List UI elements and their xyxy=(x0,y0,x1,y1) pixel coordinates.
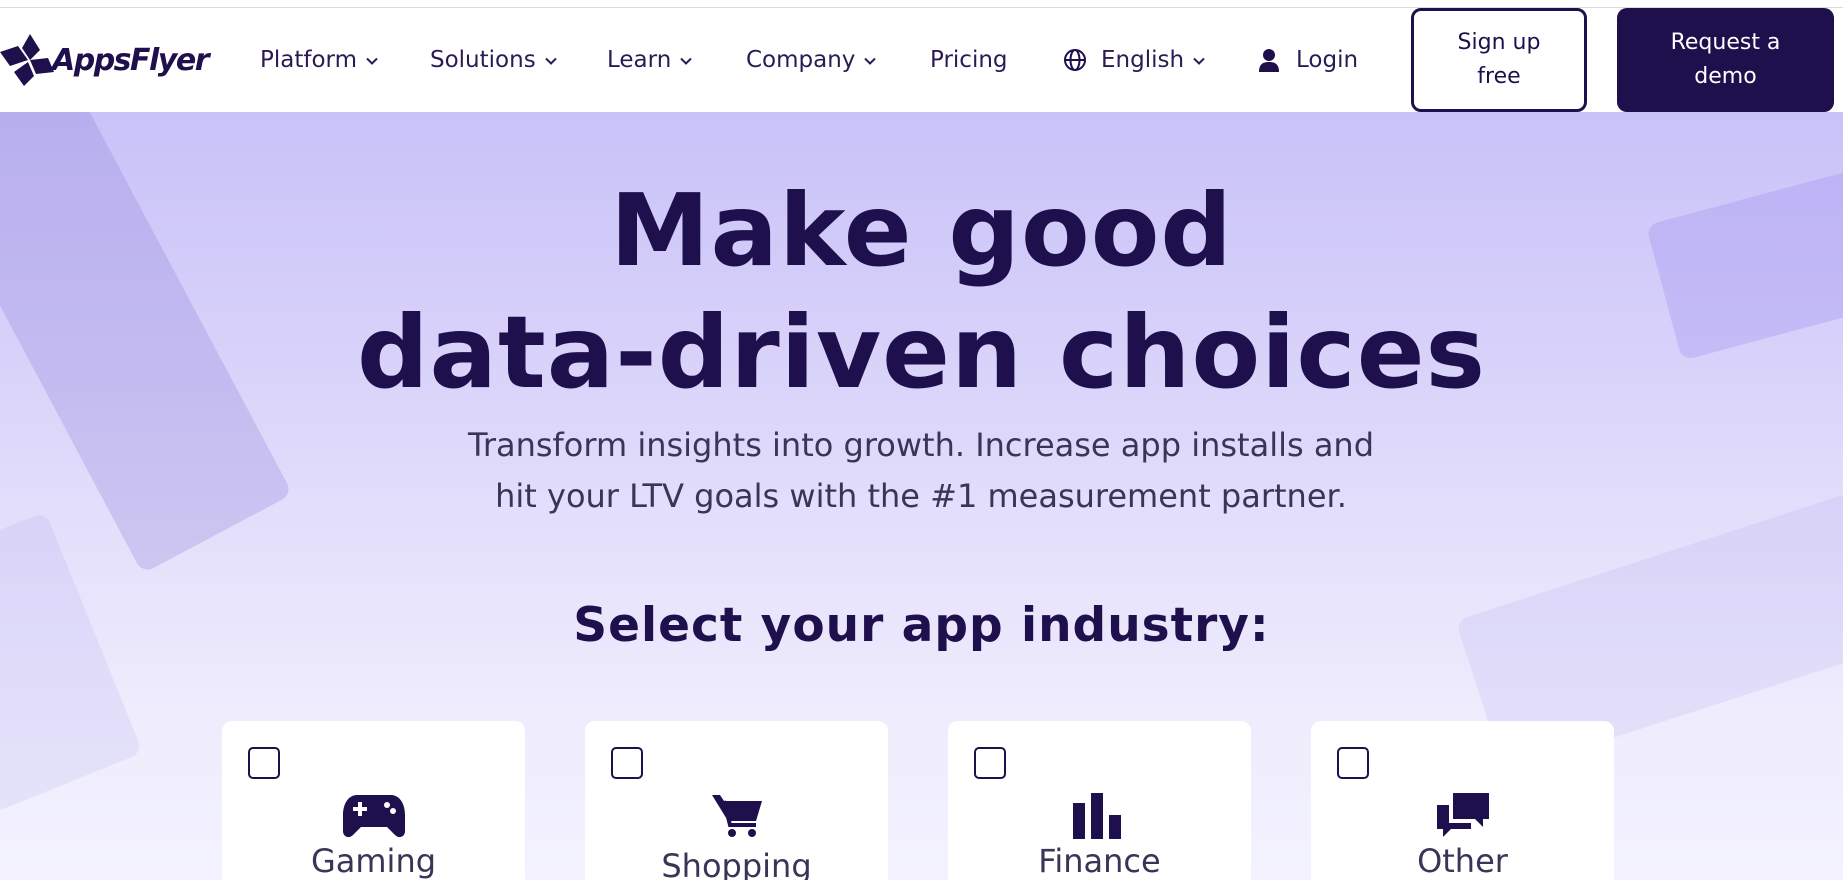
nav-solutions-label: Solutions xyxy=(430,47,536,73)
industry-checkbox[interactable] xyxy=(1337,747,1369,779)
globe-icon xyxy=(1064,49,1086,71)
nav-solutions[interactable]: Solutions xyxy=(430,47,558,73)
hero-section: Make good data-driven choices Transform … xyxy=(0,112,1843,880)
hero-subheadline-line1: Transform insights into growth. Increase… xyxy=(467,426,1375,464)
language-label: English xyxy=(1101,47,1185,73)
hero-subheadline-line2: hit your LTV goals with the #1 measureme… xyxy=(495,477,1347,515)
shopping-cart-icon xyxy=(711,795,762,837)
hero-headline-line2: data-driven choices xyxy=(356,294,1487,411)
industry-card-finance[interactable]: Finance xyxy=(948,721,1251,880)
industry-label: Gaming xyxy=(310,842,437,880)
industry-card-shopping[interactable]: Shopping xyxy=(585,721,888,880)
chevron-down-icon xyxy=(1193,57,1205,65)
gamepad-icon xyxy=(342,795,405,838)
nav-platform-label: Platform xyxy=(260,47,357,73)
bar-chart-icon xyxy=(1072,793,1121,839)
chevron-down-icon xyxy=(680,57,693,65)
login-link[interactable]: Login xyxy=(1258,47,1358,73)
site-header: AppsFlyer Platform Solutions Learn Compa… xyxy=(0,8,1843,112)
login-label: Login xyxy=(1296,47,1359,73)
industry-select-title: Select your app industry: xyxy=(573,598,1270,653)
appsflyer-logo-icon xyxy=(0,34,54,86)
chat-bubbles-icon xyxy=(1436,793,1489,837)
appsflyer-logo[interactable]: AppsFlyer xyxy=(0,32,210,88)
nav-learn[interactable]: Learn xyxy=(607,47,693,73)
language-selector[interactable]: English xyxy=(1063,47,1206,73)
nav-pricing[interactable]: Pricing xyxy=(930,47,1008,73)
industry-checkbox[interactable] xyxy=(611,747,643,779)
industry-checkbox[interactable] xyxy=(974,747,1006,779)
hero-headline-line1: Make good xyxy=(609,172,1233,289)
user-icon xyxy=(1259,49,1279,72)
nav-company-label: Company xyxy=(746,47,856,73)
chevron-down-icon xyxy=(864,57,877,65)
industry-cards: Gaming Shopping Finance Other xyxy=(0,721,1843,880)
nav-platform[interactable]: Platform xyxy=(260,47,379,73)
sign-up-free-button[interactable]: Sign up free xyxy=(1411,8,1587,112)
nav-company[interactable]: Company xyxy=(746,47,877,73)
industry-card-other[interactable]: Other xyxy=(1311,721,1614,880)
industry-label: Shopping xyxy=(661,847,812,880)
logo-wordmark: AppsFlyer xyxy=(52,42,210,78)
hero-subheadline: Transform insights into growth. Increase… xyxy=(421,420,1421,522)
nav-pricing-label: Pricing xyxy=(930,47,1008,73)
industry-card-gaming[interactable]: Gaming xyxy=(222,721,525,880)
chevron-down-icon xyxy=(544,57,557,65)
industry-checkbox[interactable] xyxy=(248,747,280,779)
request-demo-button[interactable]: Request a demo xyxy=(1617,8,1834,112)
chevron-down-icon xyxy=(366,57,378,65)
industry-label: Other xyxy=(1417,842,1508,880)
industry-label: Finance xyxy=(1038,842,1161,880)
nav-learn-label: Learn xyxy=(607,47,672,73)
hero-headline: Make good data-driven choices xyxy=(0,170,1843,414)
browser-top-edge xyxy=(0,0,1843,8)
